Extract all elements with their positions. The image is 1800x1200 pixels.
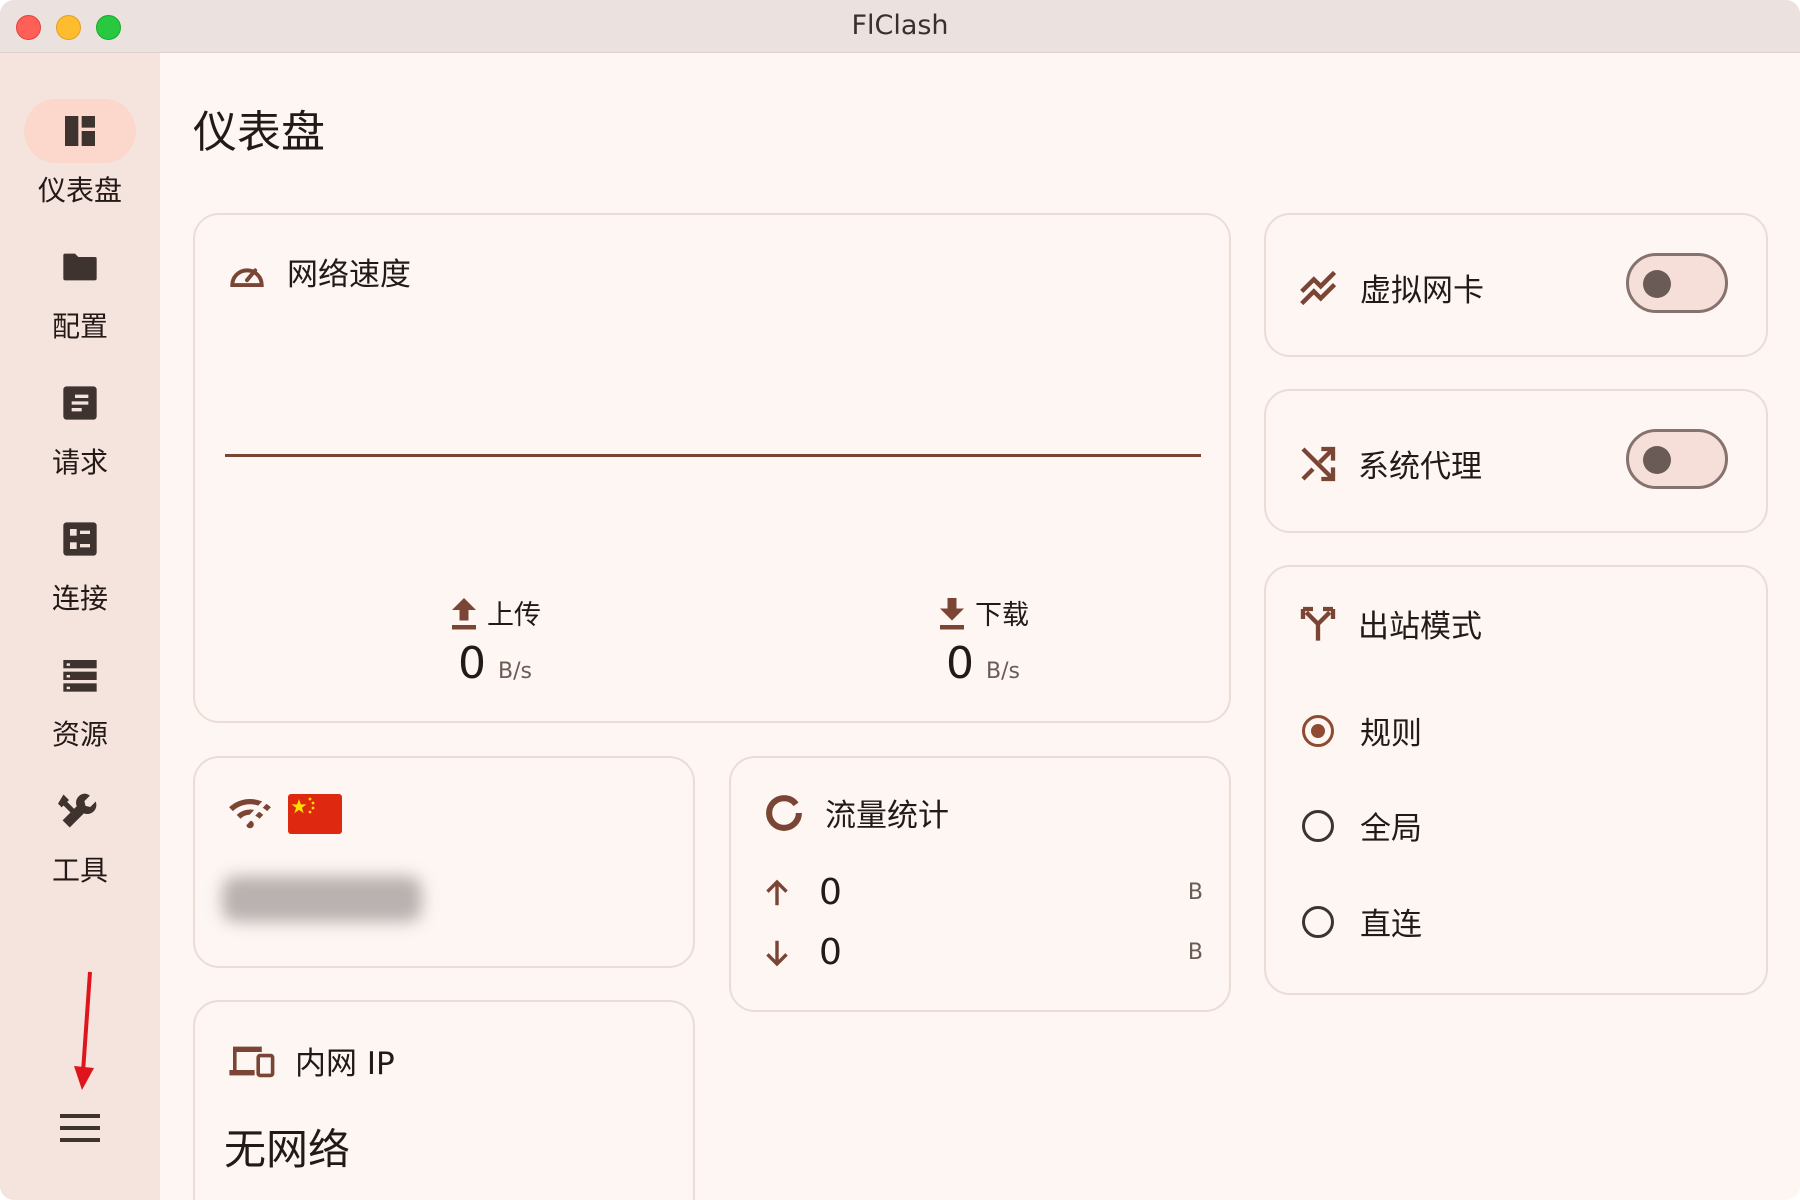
app-window: FlClash 仪表盘 配置 请求 连接 资源 工具 仪表盘 网络速度 上传 0… [0,0,1800,1200]
window-title: FlClash [851,10,949,41]
download-label: 下载 [975,600,1029,631]
traffic-down-unit: B [1187,940,1203,965]
tun-card: 虚拟网卡 [1264,213,1768,357]
nav-item-dashboard[interactable]: 仪表盘 [0,99,160,209]
folder-icon [63,253,97,281]
donut-chart-icon [766,794,802,831]
dashboard-icon [65,116,95,146]
toggle-knob [1643,446,1671,474]
nav-item-label: 配置 [51,310,108,343]
nav-item-profiles[interactable]: 配置 [0,235,160,345]
hamburger-menu-icon[interactable] [56,1106,104,1150]
nav-item-label: 资源 [51,718,108,751]
mode-option-label: 直连 [1360,907,1422,943]
system-proxy-header: 系统代理 [1298,441,1482,486]
network-detection-card[interactable] [193,756,695,968]
traffic-up-value: 0 [819,872,842,913]
traffic-down-value: 0 [819,932,842,973]
radio-unselected [1302,809,1334,842]
upload-unit: B/s [498,659,532,684]
network-speed-card: 网络速度 上传 0 B/s 下载 0 B/s [193,213,1231,723]
upload-label: 上传 [487,600,541,631]
mode-option-direct[interactable]: 直连 [1302,899,1422,944]
connections-icon [63,522,97,556]
upload-icon [452,597,476,629]
arrow-down-icon [766,940,788,966]
mode-option-label: 规则 [1360,716,1422,752]
annotation-arrow [74,971,94,1090]
arrow-up-icon [766,879,788,905]
download-stat: 下载 0 B/s [883,593,1083,689]
speed-chart-line [225,454,1201,457]
traffic-title: 流量统计 [825,798,949,834]
nav-active-indicator [24,99,136,163]
intranet-header: 内网 IP [227,1038,395,1083]
intranet-title: 内网 IP [295,1046,395,1082]
system-proxy-card: 系统代理 [1264,389,1768,533]
traffic-up-row: 0 B [763,872,1203,913]
upload-value: 0 [458,638,487,689]
mode-option-label: 全局 [1360,811,1422,847]
tun-header: 虚拟网卡 [1298,265,1484,310]
shuffle-icon [1301,446,1336,481]
system-proxy-toggle[interactable] [1626,429,1728,489]
download-unit: B/s [986,659,1020,684]
radio-unselected [1302,905,1334,938]
nav-item-label: 连接 [51,582,108,615]
nav-item-label: 工具 [51,854,108,887]
traffic-header: 流量统计 [763,790,949,835]
outbound-header: 出站模式 [1298,601,1482,646]
download-icon [940,597,964,629]
tun-toggle[interactable] [1626,253,1728,313]
intranet-ip-value: 无网络 [224,1125,351,1174]
upload-stat: 上传 0 B/s [395,593,595,689]
traffic-up-unit: B [1187,880,1203,905]
nav-item-tools[interactable]: 工具 [0,779,160,889]
nav-item-connections[interactable]: 连接 [0,507,160,617]
devices-icon [229,1046,275,1077]
nav-item-label: 仪表盘 [37,174,122,207]
outbound-title: 出站模式 [1358,609,1482,645]
ip-address-blurred [222,876,422,922]
storage-icon [63,660,97,692]
system-proxy-label: 系统代理 [1358,449,1482,485]
wifi-icon [229,798,271,832]
requests-icon [63,386,97,420]
speedometer-icon [230,267,264,287]
download-value: 0 [946,638,975,689]
network-speed-title: 网络速度 [287,257,411,293]
mode-option-rule[interactable]: 规则 [1302,708,1422,753]
title-bar: FlClash [0,0,1800,53]
nav-item-resources[interactable]: 资源 [0,643,160,753]
page-title: 仪表盘 [193,107,325,158]
radio-selected [1302,714,1334,747]
china-flag [288,794,342,834]
tools-icon [58,793,97,828]
nav-item-requests[interactable]: 请求 [0,371,160,481]
mode-option-global[interactable]: 全局 [1302,803,1422,848]
toggle-knob [1643,270,1671,298]
tun-label: 虚拟网卡 [1360,273,1484,309]
trending-icon [1300,270,1337,305]
network-speed-header: 网络速度 [227,249,411,294]
route-fork-icon [1300,606,1336,641]
nav-item-label: 请求 [51,446,108,479]
traffic-down-row: 0 B [763,932,1203,973]
